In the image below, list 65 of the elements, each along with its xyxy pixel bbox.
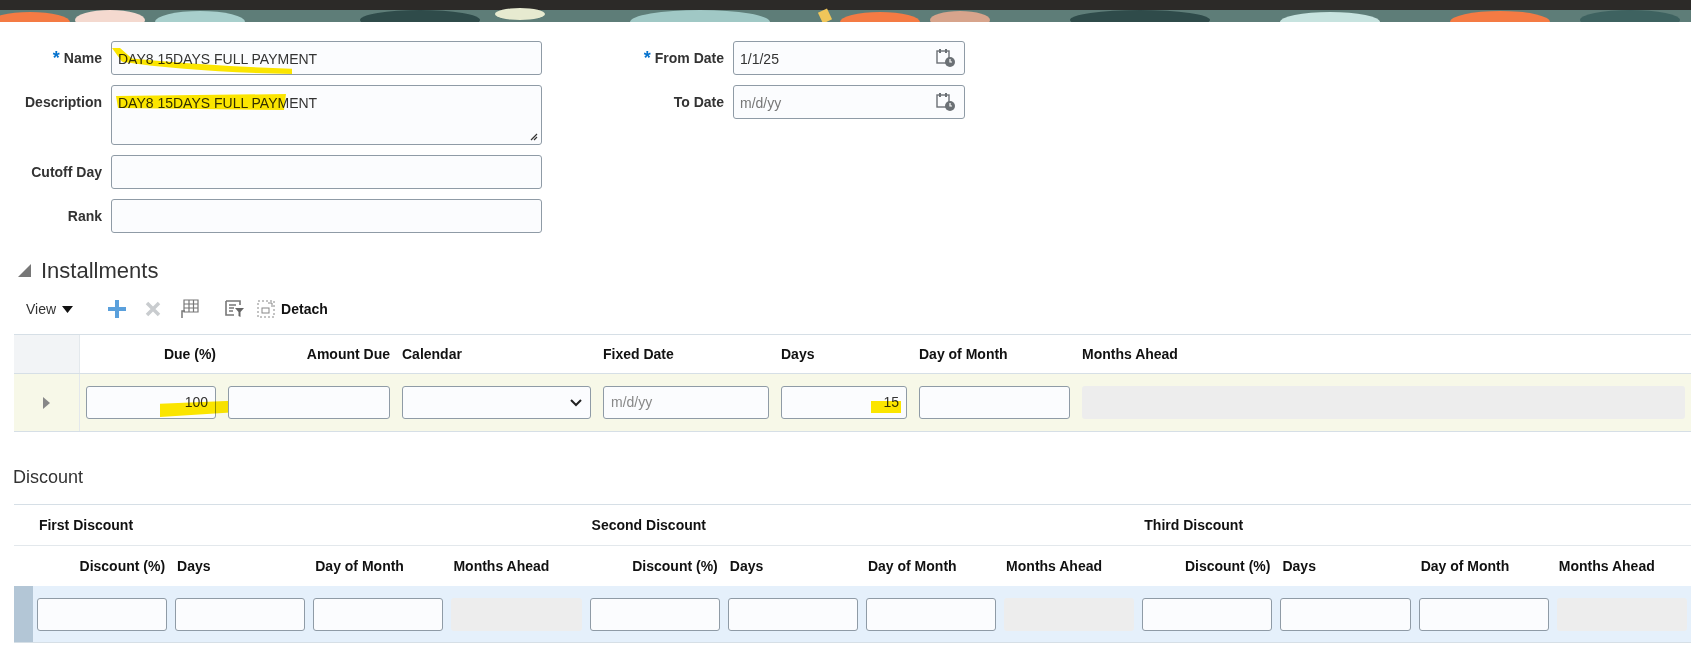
- input-field[interactable]: [1418, 597, 1549, 631]
- required-asterisk: *: [643, 49, 651, 67]
- section-title: Installments: [41, 256, 159, 285]
- input-field[interactable]: [228, 386, 390, 419]
- field-label: Cutoff Day: [31, 162, 102, 182]
- column-header: Days: [781, 344, 815, 364]
- input-field[interactable]: [865, 597, 997, 631]
- plus-icon: [108, 300, 127, 318]
- detach-button[interactable]: Detach: [257, 298, 328, 320]
- group-header: First Discount: [38, 515, 134, 535]
- input-field[interactable]: [919, 386, 1070, 419]
- row-indicator-icon: [43, 396, 50, 409]
- close-icon: [145, 301, 162, 317]
- input-field[interactable]: [1280, 597, 1411, 631]
- calendar-icon[interactable]: [936, 92, 956, 112]
- input-field[interactable]: [589, 597, 720, 631]
- table-icon: [179, 299, 200, 319]
- column-header: Discount (%): [79, 556, 166, 576]
- dropdown-field[interactable]: [402, 386, 591, 419]
- column-header: Discount (%): [632, 556, 718, 576]
- resize-handle-icon[interactable]: [530, 133, 538, 141]
- input-field[interactable]: [313, 597, 444, 631]
- column-header: Due (%): [163, 344, 216, 364]
- row-header-cell: [14, 335, 80, 373]
- calendar-icon[interactable]: [936, 48, 956, 68]
- column-header: Months Ahead: [453, 556, 550, 576]
- column-header: Days: [177, 556, 211, 576]
- group-header: Second Discount: [591, 515, 706, 535]
- input-field[interactable]: [111, 199, 542, 233]
- column-header: Day of Month: [1420, 556, 1510, 576]
- date-field[interactable]: 1/1/25: [733, 41, 965, 75]
- column-header: Months Ahead: [1082, 344, 1178, 364]
- column-header: Day of Month: [919, 344, 1008, 364]
- field-label: Name: [63, 48, 102, 68]
- input-field[interactable]: [175, 597, 306, 631]
- required-asterisk: *: [52, 49, 60, 67]
- column-header: Day of Month: [315, 556, 404, 576]
- filter-icon: [225, 299, 246, 319]
- chevron-down-icon: [570, 398, 582, 407]
- column-header: Months Ahead: [1558, 556, 1655, 576]
- column-header: Days: [1282, 556, 1316, 576]
- column-header: Months Ahead: [1006, 556, 1103, 576]
- field-label: Description: [25, 92, 102, 112]
- detach-icon: [257, 300, 276, 318]
- column-header: Days: [729, 556, 764, 576]
- column-header: Calendar: [402, 344, 462, 364]
- input-field[interactable]: [1142, 597, 1273, 631]
- column-header: Amount Due: [306, 344, 390, 364]
- field-label: From Date: [654, 48, 724, 68]
- field-label: To Date: [673, 92, 724, 112]
- date-field[interactable]: m/d/yy: [733, 85, 965, 119]
- input-field[interactable]: [111, 155, 542, 189]
- column-header: Fixed Date: [603, 344, 674, 364]
- column-header: Discount (%): [1184, 556, 1271, 576]
- group-header: Third Discount: [1144, 515, 1244, 535]
- input-field[interactable]: [727, 597, 858, 631]
- table-row[interactable]: [14, 586, 1691, 642]
- input-field[interactable]: [36, 597, 168, 631]
- section-title: Discount: [13, 465, 84, 489]
- field-label: Rank: [67, 206, 102, 226]
- caret-icon: [62, 305, 74, 313]
- view-menu[interactable]: View: [26, 298, 74, 320]
- collapse-triangle-icon[interactable]: [18, 263, 31, 277]
- column-header: Day of Month: [867, 556, 957, 576]
- date-field[interactable]: m/d/yy: [603, 386, 769, 419]
